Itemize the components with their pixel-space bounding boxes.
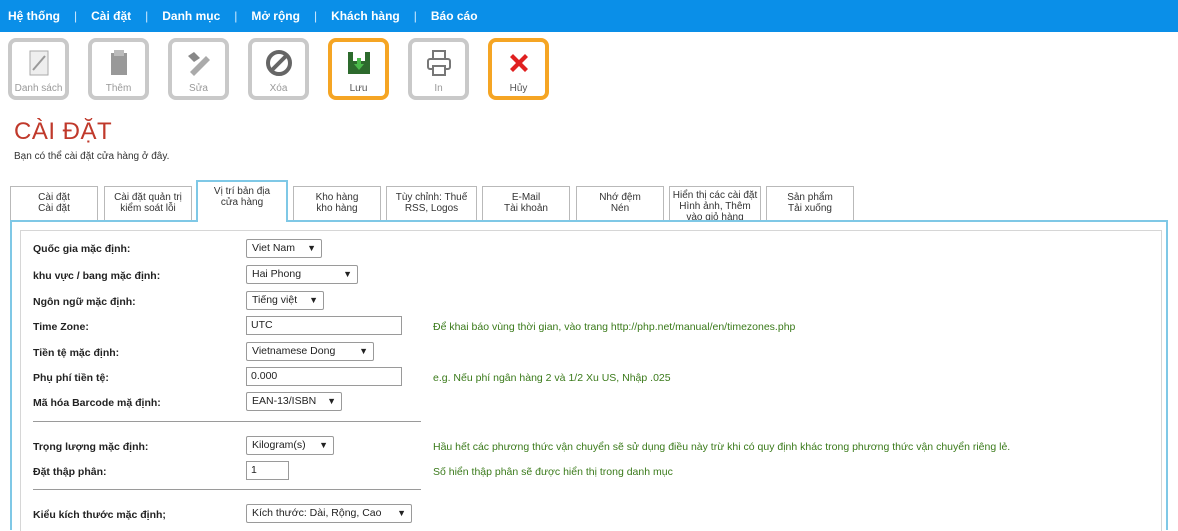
fee-hint: e.g. Nếu phí ngân hàng 2 và 1/2 Xu US, N… (433, 372, 671, 384)
decimal-label: Đặt thập phân: (33, 466, 107, 478)
tab-line: Nhớ đệm (599, 192, 641, 203)
country-label: Quốc gia mặc định: (33, 243, 131, 255)
chevron-down-icon: ▼ (309, 295, 318, 305)
decimal-hint: Số hiển thập phân sẽ được hiển thị trong… (433, 466, 673, 478)
tab-settings[interactable]: Cài đặt Cài đặt (10, 186, 98, 220)
save-button[interactable]: Lưu (328, 38, 389, 100)
tab-products[interactable]: Sản phẩm Tải xuống (766, 186, 854, 220)
tab-line: kiểm soát lỗi (120, 203, 176, 214)
menu-customers[interactable]: Khách hàng (317, 0, 414, 32)
close-icon (509, 54, 528, 72)
barcode-select[interactable]: EAN-13/ISBN ▼ (246, 392, 342, 411)
fee-input[interactable]: 0.000 (246, 367, 402, 386)
menu-settings[interactable]: Cài đặt (77, 0, 145, 32)
prohibited-icon (265, 50, 292, 76)
currency-select[interactable]: Vietnamese Dong ▼ (246, 342, 374, 361)
tab-line: Nén (610, 203, 630, 214)
tab-line: Vị trí bản địa (213, 186, 271, 197)
list-button[interactable]: Danh sách (8, 38, 69, 100)
top-menu-bar: Hệ thống | Cài đặt | Danh mục | Mở rộng … (0, 0, 1178, 32)
printer-icon (426, 50, 451, 76)
language-value: Tiếng việt (252, 294, 298, 306)
tab-line: Tải xuống (788, 203, 832, 214)
weight-label: Trọng lượng mặc định: (33, 441, 149, 453)
settings-form: Quốc gia mặc định: Viet Nam ▼ khu vực / b… (20, 230, 1162, 531)
delete-button[interactable]: Xóa (248, 38, 309, 100)
language-label: Ngôn ngữ mặc định: (33, 296, 136, 308)
tab-line: Cài đặt (38, 192, 70, 203)
list-button-label: Danh sách (14, 83, 63, 94)
tab-line: Tài khoản (504, 203, 548, 214)
save-disk-icon (347, 52, 370, 74)
add-button[interactable]: Thêm (88, 38, 149, 100)
tab-line: RSS, Logos (404, 203, 459, 214)
tab-line: Sản phẩm (787, 192, 833, 203)
chevron-down-icon: ▼ (343, 269, 352, 279)
region-select[interactable]: Hai Phong ▼ (246, 265, 358, 284)
tab-line: Hình ảnh, Thêm (679, 201, 751, 212)
edit-button[interactable]: Sửa (168, 38, 229, 100)
tab-line: Tùy chỉnh: Thuế (395, 192, 468, 203)
tab-line: Cài đặt quản trị (114, 192, 182, 203)
weight-hint: Hầu hết các phương thức vận chuyển sẽ sử… (433, 441, 1011, 453)
divider (33, 489, 421, 490)
tab-line: E-Mail (511, 192, 541, 203)
country-select[interactable]: Viet Nam ▼ (246, 239, 322, 258)
chevron-down-icon: ▼ (397, 508, 406, 518)
decimal-input[interactable]: 1 (246, 461, 289, 480)
tab-line: Hiển thị các cài đặt (672, 190, 758, 201)
tab-stock[interactable]: Kho hàng kho hàng (293, 186, 381, 220)
delete-button-label: Xóa (269, 83, 288, 94)
wrench-icon (187, 52, 210, 76)
currency-label: Tiền tệ mặc định: (33, 347, 120, 359)
menu-system[interactable]: Hệ thống (0, 0, 74, 32)
tab-admin[interactable]: Cài đặt quản trị kiểm soát lỗi (104, 186, 192, 220)
menu-extensions[interactable]: Mở rộng (237, 0, 314, 32)
page-subtitle: Bạn có thể cài đặt cửa hàng ở đây. (14, 151, 170, 162)
barcode-label: Mã hóa Barcode mặ định: (33, 397, 161, 409)
size-value: Kích thước: Dài, Rộng, Cao (252, 507, 382, 519)
list-icon (29, 50, 48, 76)
tab-line: cửa hàng (220, 197, 264, 208)
language-select[interactable]: Tiếng việt ▼ (246, 291, 324, 310)
cancel-button-label: Hủy (509, 83, 528, 94)
page-title: CÀI ĐẶT (14, 118, 113, 145)
weight-select[interactable]: Kilogram(s) ▼ (246, 436, 334, 455)
currency-value: Vietnamese Dong (252, 345, 336, 357)
tab-line: Cài đặt (38, 203, 70, 214)
region-label: khu vực / bang mặc định: (33, 270, 161, 282)
edit-button-label: Sửa (189, 83, 208, 94)
size-label: Kiểu kích thước mặc định; (33, 509, 166, 521)
chevron-down-icon: ▼ (307, 243, 316, 253)
add-document-icon (110, 50, 127, 75)
chevron-down-icon: ▼ (359, 346, 368, 356)
print-button-label: In (434, 83, 443, 94)
print-button[interactable]: In (408, 38, 469, 100)
size-select[interactable]: Kích thước: Dài, Rộng, Cao ▼ (246, 504, 412, 523)
chevron-down-icon: ▼ (319, 440, 328, 450)
timezone-label: Time Zone: (33, 321, 89, 333)
fee-label: Phụ phí tiền tệ: (33, 372, 109, 384)
divider (33, 421, 421, 422)
menu-catalog[interactable]: Danh mục (148, 0, 234, 32)
add-button-label: Thêm (105, 83, 132, 94)
tab-email[interactable]: E-Mail Tài khoản (482, 186, 570, 220)
weight-value: Kilogram(s) (252, 439, 306, 451)
save-button-label: Lưu (349, 83, 368, 94)
cancel-button[interactable]: Hủy (488, 38, 549, 100)
barcode-value: EAN-13/ISBN (252, 395, 317, 407)
tab-line: kho hàng (316, 203, 358, 214)
country-value: Viet Nam (252, 242, 295, 254)
menu-reports[interactable]: Báo cáo (417, 0, 492, 32)
tab-cache[interactable]: Nhớ đệm Nén (576, 186, 664, 220)
timezone-input[interactable]: UTC (246, 316, 402, 335)
timezone-hint: Để khai báo vùng thời gian, vào trang ht… (433, 321, 796, 333)
chevron-down-icon: ▼ (327, 396, 336, 406)
tab-localisation[interactable]: Vị trí bản địa cửa hàng (196, 180, 288, 222)
tab-customize[interactable]: Tùy chỉnh: Thuế RSS, Logos (386, 186, 477, 220)
settings-panel: Quốc gia mặc định: Viet Nam ▼ khu vực / b… (10, 220, 1168, 531)
region-value: Hai Phong (252, 268, 302, 280)
tab-line: Kho hàng (315, 192, 359, 203)
